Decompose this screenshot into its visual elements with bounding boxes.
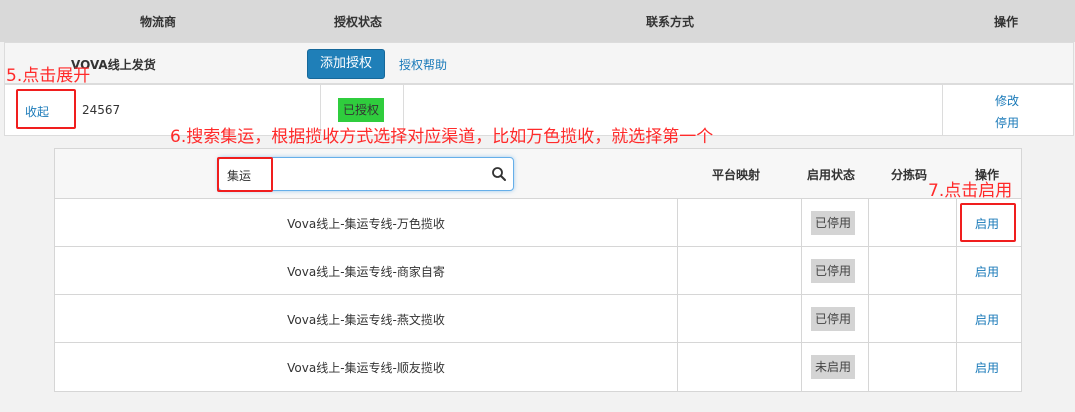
channel-status-badge: 已停用 (811, 259, 856, 283)
enable-link[interactable]: 启用 (975, 359, 999, 376)
disable-link[interactable]: 停用 (995, 114, 1019, 131)
column-divider (942, 85, 943, 135)
annotation-step6: 6.搜索集运，根据揽收方式选择对应渠道，比如万色揽收，就选择第一个 (170, 127, 714, 147)
auth-status-badge: 已授权 (338, 98, 385, 122)
search-icon[interactable] (491, 166, 507, 182)
channel-status-badge: 未启用 (811, 355, 856, 379)
annotation-step5: 5.点击展开 (6, 66, 91, 86)
table-header: 物流商 授权状态 联系方式 操作 (0, 0, 1075, 42)
channel-table-header: 集运 平台映射 启用状态 分拣码 操作 (55, 149, 1021, 199)
highlight-search (217, 157, 273, 192)
channel-row: Vova线上-集运专线-燕文揽收 已停用 启用 (55, 295, 1021, 343)
edit-link[interactable]: 修改 (995, 92, 1019, 109)
annotation-step7: 7.点击启用 (928, 181, 1013, 201)
auth-help-link[interactable]: 授权帮助 (399, 56, 447, 73)
provider-row: VOVA线上发货 添加授权 授权帮助 (4, 42, 1074, 84)
highlight-enable (960, 203, 1016, 242)
header-contact: 联系方式 (646, 15, 695, 29)
enable-link[interactable]: 启用 (975, 311, 999, 328)
channel-name: Vova线上-集运专线-万色揽收 (287, 217, 445, 231)
account-id: 24567 (82, 103, 121, 117)
channel-name: Vova线上-集运专线-顺友揽收 (287, 361, 445, 375)
header-action: 操作 (994, 15, 1019, 29)
header-enable-status: 启用状态 (807, 168, 856, 182)
channel-status-badge: 已停用 (811, 211, 856, 235)
header-auth-status: 授权状态 (334, 15, 383, 29)
channel-table: 集运 平台映射 启用状态 分拣码 操作 Vova线上-集运专线-万色揽收 已停用… (54, 148, 1022, 392)
add-auth-button[interactable]: 添加授权 (307, 49, 385, 79)
channel-row: Vova线上-集运专线-万色揽收 已停用 启用 (55, 199, 1021, 247)
header-provider: 物流商 (140, 15, 177, 29)
header-platform-map: 平台映射 (712, 168, 761, 182)
channel-name: Vova线上-集运专线-燕文揽收 (287, 313, 445, 327)
channel-name: Vova线上-集运专线-商家自寄 (287, 265, 445, 279)
channel-row: Vova线上-集运专线-商家自寄 已停用 启用 (55, 247, 1021, 295)
channel-status-badge: 已停用 (811, 307, 856, 331)
enable-link[interactable]: 启用 (975, 263, 999, 280)
channel-row: Vova线上-集运专线-顺友揽收 未启用 启用 (55, 343, 1021, 391)
highlight-collapse (16, 89, 76, 129)
header-sort-code: 分拣码 (891, 168, 928, 182)
